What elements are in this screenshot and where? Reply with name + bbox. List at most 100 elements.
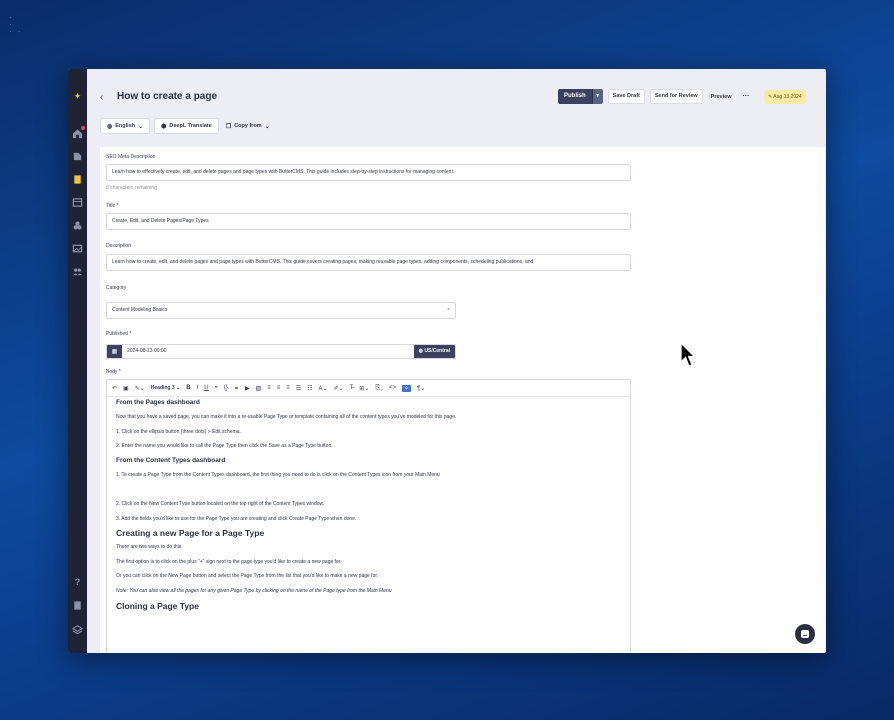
bullet-list-icon[interactable]: ☰ (296, 385, 301, 392)
numbered-list-icon[interactable]: ☷ (307, 385, 312, 392)
published-date-input[interactable]: 2024-08-13 00:00 (122, 345, 414, 358)
docs-icon[interactable] (72, 600, 83, 611)
title-input[interactable]: Create, Edit, and Delete Pages/Page Type… (106, 213, 631, 230)
editor-blank-line (116, 486, 621, 492)
ai-icon[interactable]: ▣ (123, 385, 129, 392)
editor-heading-3: From the Pages dashboard (116, 399, 200, 406)
butter-logo-icon[interactable]: ✦ (73, 91, 83, 101)
content-form: SEO Meta Description Learn how to effect… (100, 147, 825, 653)
blog-icon[interactable] (72, 151, 83, 162)
seo-description-helper: 0 characters remaining (106, 185, 157, 191)
highlight-icon[interactable]: ✐⌄ (334, 385, 344, 392)
users-icon[interactable] (72, 266, 83, 277)
publish-dropdown-icon[interactable]: ▾ (591, 89, 603, 104)
heading-select[interactable]: Heading 3 ⌄ (151, 385, 181, 391)
quote-icon[interactable]: ❝ (215, 385, 218, 392)
media-icon[interactable] (72, 243, 83, 254)
editor-paragraph: Or you can click on the New Page button … (116, 573, 379, 580)
published-label: Published * (106, 331, 132, 337)
editor-paragraph: There are two ways to do this. (116, 544, 183, 551)
pages-icon[interactable] (72, 174, 83, 185)
description-input[interactable]: Learn how to create, edit, and delete pa… (106, 254, 631, 271)
bold-icon[interactable]: B (186, 385, 190, 391)
sidebar-bottom: ? (72, 576, 83, 635)
category-label: Category (106, 285, 127, 291)
translation-toolbar: ◍ English ⌄ ⬢ DeepL Translate ❐ Copy fro… (100, 118, 273, 134)
deepl-icon: ⬢ (161, 123, 167, 130)
editor-content[interactable]: From the Pages dashboard Now that you hav… (107, 397, 630, 620)
category-value: Content Modeling Basics (112, 307, 168, 313)
category-select[interactable]: Content Modeling Basics × (106, 302, 456, 319)
editor-toolbar: ↶ ▣ ✎⌄ Heading 3 ⌄ B I U ❝ {} ⚭ ▶ ▨ ≡ ≡ … (107, 380, 630, 397)
calendar-icon[interactable]: ▦ (107, 345, 122, 358)
align-left-icon[interactable]: ≡ (267, 385, 271, 391)
deepl-translate-button[interactable]: ⬢ DeepL Translate (154, 118, 219, 134)
link-icon[interactable]: ⚭ (234, 385, 239, 392)
underline-icon[interactable]: U (204, 385, 208, 391)
seo-description-input[interactable]: Learn how to effectively create, edit, a… (106, 164, 631, 181)
chat-widget-button[interactable] (795, 624, 815, 644)
editor-paragraph: 3. Add the fields you'd like to use for … (116, 515, 357, 522)
magic-format-icon[interactable]: ✎⌄ (135, 385, 145, 392)
timezone-label: US/Central (424, 348, 450, 354)
notification-badge (81, 126, 85, 130)
back-chevron-icon[interactable]: ‹ (100, 92, 103, 103)
layers-icon[interactable] (72, 624, 83, 635)
chat-icon (801, 630, 809, 638)
video-icon[interactable]: ▶ (245, 385, 250, 392)
language-select[interactable]: ◍ English ⌄ (100, 118, 151, 134)
send-for-review-button[interactable]: Send for Review (649, 89, 703, 104)
table-icon[interactable]: ⊞⌄ (359, 385, 369, 392)
more-options-icon[interactable]: ··· (739, 93, 752, 100)
text-color-icon[interactable]: A⌄ (319, 385, 328, 392)
undo-icon[interactable]: ↶ (112, 385, 117, 392)
editor-heading-2: Creating a new Page for a Page Type (116, 528, 265, 539)
image-icon[interactable]: ▨ (256, 385, 262, 392)
paragraph-mark-icon[interactable]: ¶⌄ (417, 385, 425, 392)
decorative-dots: · · · · (9, 13, 23, 36)
editor-heading-3: From the Content Types dashboard (116, 456, 226, 464)
copy-from-label: Copy from (234, 123, 262, 129)
editor-paragraph: 1. To create a Page Type from the Conten… (116, 471, 440, 478)
scheduled-date-badge[interactable]: ✎ Aug 13 2024 (764, 90, 806, 104)
chevron-down-icon: ⌄ (138, 123, 144, 130)
page-header: ‹ How to create a page Publish ▾ Save Dr… (87, 69, 826, 121)
published-datetime: ▦ 2024-08-13 00:00 ◍ US/Central (106, 344, 456, 359)
globe-icon: ◍ (107, 123, 113, 130)
chevron-down-icon: ⌄ (264, 123, 270, 130)
italic-icon[interactable]: I (197, 385, 199, 391)
code-braces-icon[interactable]: {} (224, 385, 228, 391)
editor-paragraph: 2. Enter the name you would like to call… (116, 443, 333, 450)
align-center-icon[interactable]: ≡ (277, 385, 281, 391)
help-icon[interactable]: ? (72, 576, 83, 587)
main-area: ‹ How to create a page Publish ▾ Save Dr… (87, 69, 826, 653)
svg-text:?: ? (75, 577, 81, 587)
editor-note: Note: You can also view all the pages fo… (116, 587, 392, 594)
preview-button[interactable]: Preview (708, 94, 735, 100)
deepl-label: DeepL Translate (169, 123, 212, 129)
sidebar: ✦ ? (68, 69, 87, 653)
clear-category-icon[interactable]: × (447, 303, 450, 318)
timezone-button[interactable]: ◍ US/Central (413, 345, 455, 358)
home-icon[interactable] (72, 126, 85, 139)
align-right-icon[interactable]: ≡ (286, 385, 290, 391)
ai-assist-icon[interactable]: ✧ (402, 384, 412, 392)
sidebar-nav (72, 126, 85, 277)
publish-button[interactable]: Publish (558, 89, 592, 104)
save-draft-button[interactable]: Save Draft (607, 89, 645, 104)
copy-from-button[interactable]: ❐ Copy from ⌄ (223, 123, 273, 130)
editor-paragraph: 1. Click on the ellipsis button (three d… (116, 428, 241, 435)
heading-select-value: Heading 3 (150, 385, 175, 391)
description-label: Description (106, 243, 132, 249)
body-label: Body * (106, 369, 121, 375)
editor-paragraph: The first option is to click on the plus… (116, 558, 342, 565)
components-icon[interactable] (72, 220, 83, 231)
header-actions: Publish ▾ Save Draft Send for Review Pre… (558, 89, 752, 104)
editor-paragraph: Now that you have a saved page, you can … (116, 414, 457, 420)
collections-icon[interactable] (72, 197, 83, 208)
source-code-icon[interactable]: <> (389, 385, 396, 391)
clear-format-icon[interactable]: T̶ (350, 385, 354, 391)
insert-icon[interactable]: ⎘⌄ (375, 385, 383, 392)
editor-paragraph: 2. Click on the New Content Type button … (116, 500, 325, 507)
title-label: Title * (106, 203, 119, 209)
